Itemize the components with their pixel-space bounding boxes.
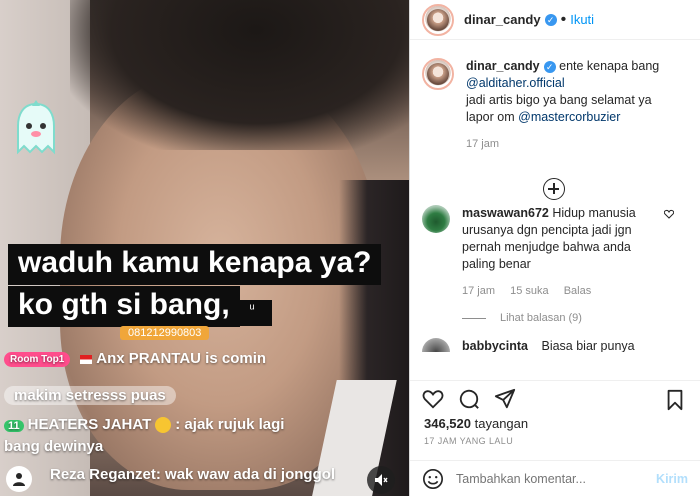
chat-text: is comin [205, 350, 267, 367]
mention-link[interactable]: @alditaher.official [466, 76, 565, 90]
like-comment-heart-icon[interactable] [664, 209, 674, 219]
post-header: dinar_candy ✓ • Ikuti [410, 0, 700, 40]
caption-line-2: ko gth si bang, [8, 286, 240, 327]
view-replies-button[interactable]: Lihat balasan (9) [462, 312, 700, 324]
author-avatar[interactable] [422, 58, 454, 90]
room-top-badge: Room Top1 [4, 351, 71, 367]
separator-dot: • [560, 10, 567, 28]
avatar-image [427, 63, 449, 85]
views-label: tayangan [474, 416, 529, 431]
number-tag: 081212990803 [120, 326, 210, 340]
comment-time[interactable]: 17 jam [462, 285, 495, 297]
caption-body: dinar_candy ✓ ente kenapa bang @alditaher… [466, 58, 659, 153]
comment-body: babbycinta Biasa biar punya [462, 338, 635, 352]
save-bookmark-icon[interactable] [664, 389, 686, 411]
verified-badge-icon: ✓ [544, 13, 557, 26]
emoji-icon [155, 417, 172, 434]
chat-line-1: Room Top1 Anx PRANTAU is comin [4, 350, 266, 367]
commenter-avatar[interactable] [422, 205, 450, 233]
chat-text: : wak waw ada di jonggol [155, 466, 336, 483]
post-timestamp[interactable]: 17 JAM YANG LALU [424, 436, 513, 446]
emoji-smiley-icon[interactable] [422, 468, 444, 490]
like-heart-icon[interactable] [422, 388, 444, 410]
commenter-username[interactable]: maswawan672 [462, 206, 549, 220]
replies-divider [462, 317, 486, 319]
comment-item: maswawan672 Hidup manusia urusanya dgn p… [410, 205, 700, 300]
ghost-mascot-icon [17, 100, 55, 155]
comment-meta: 17 jam 15 suka Balas [462, 283, 662, 300]
chat-line-3: 11 HEATERS JAHAT : ajak rujuk lagi [4, 416, 285, 434]
author-avatar[interactable] [422, 3, 454, 36]
hair-area [70, 0, 409, 150]
comment-item: babbycinta Biasa biar punya [410, 338, 700, 352]
chat-line-2: makim setresss puas [4, 386, 176, 405]
chat-text: : ajak rujuk lagi [175, 416, 285, 433]
post-comment-button[interactable]: Kirim [656, 472, 688, 486]
avatar-image [427, 8, 449, 31]
caption-username[interactable]: dinar_candy [466, 59, 540, 73]
mute-button[interactable] [367, 466, 395, 494]
chat-text: makim setresss puas [4, 386, 176, 405]
chat-line-4: bang dewinya [4, 438, 103, 455]
comment-bubble-icon[interactable] [458, 388, 480, 410]
flag-icon [80, 354, 93, 364]
chat-user: Anx PRANTAU [96, 350, 201, 367]
tag-user-button[interactable] [6, 466, 32, 492]
reply-button[interactable]: Balas [564, 285, 592, 297]
caption-tag: ᵘ [232, 300, 272, 326]
post-actions [410, 380, 700, 416]
comment-body: maswawan672 Hidup manusia urusanya dgn p… [462, 205, 662, 300]
caption-meta: 17 jam [466, 136, 659, 153]
caption-text: ente kenapa bang [559, 59, 660, 73]
speaker-muted-icon [375, 474, 388, 486]
views-number: 346,520 [424, 416, 471, 431]
commenter-avatar[interactable] [422, 338, 450, 352]
chat-text: bang dewinya [4, 438, 104, 455]
view-replies-label: Lihat balasan (9) [500, 312, 582, 324]
comment-likes[interactable]: 15 suka [510, 285, 549, 297]
comment-text: Biasa biar punya [541, 339, 635, 352]
add-comment-bar: Kirim [410, 460, 700, 496]
follow-button[interactable]: Ikuti [570, 12, 594, 27]
chat-user: HEATERS JAHAT [27, 416, 152, 433]
chat-user: Reza Reganzet [50, 466, 156, 483]
caption-time[interactable]: 17 jam [466, 138, 499, 150]
post-panel: dinar_candy ✓ • Ikuti dinar_candy ✓ ente … [409, 0, 700, 496]
caption-line-1: waduh kamu kenapa ya? [8, 244, 382, 285]
verified-badge-icon: ✓ [543, 60, 556, 73]
comment-input[interactable] [456, 471, 657, 486]
video-player[interactable]: waduh kamu kenapa ya? ko gth si bang, ᵘ … [0, 0, 409, 496]
chat-line-5: Reza Reganzet: wak waw ada di jonggol [38, 466, 335, 483]
commenter-username[interactable]: babbycinta [462, 339, 528, 352]
level-badge: 11 [4, 420, 24, 432]
user-icon [13, 473, 25, 486]
share-send-icon[interactable] [494, 388, 516, 410]
caption-text-line2: jadi artis bigo ya bang selamat ya [466, 93, 652, 107]
author-username[interactable]: dinar_candy [464, 12, 541, 27]
load-more-comments-button[interactable] [543, 178, 565, 200]
caption-text-line3: lapor om [466, 110, 515, 124]
mention-link[interactable]: @mastercorbuzier [518, 110, 620, 124]
views-count[interactable]: 346,520 tayangan [424, 416, 528, 431]
caption-comment: dinar_candy ✓ ente kenapa bang @alditaher… [410, 58, 700, 153]
comments-list: dinar_candy ✓ ente kenapa bang @alditaher… [410, 58, 700, 352]
